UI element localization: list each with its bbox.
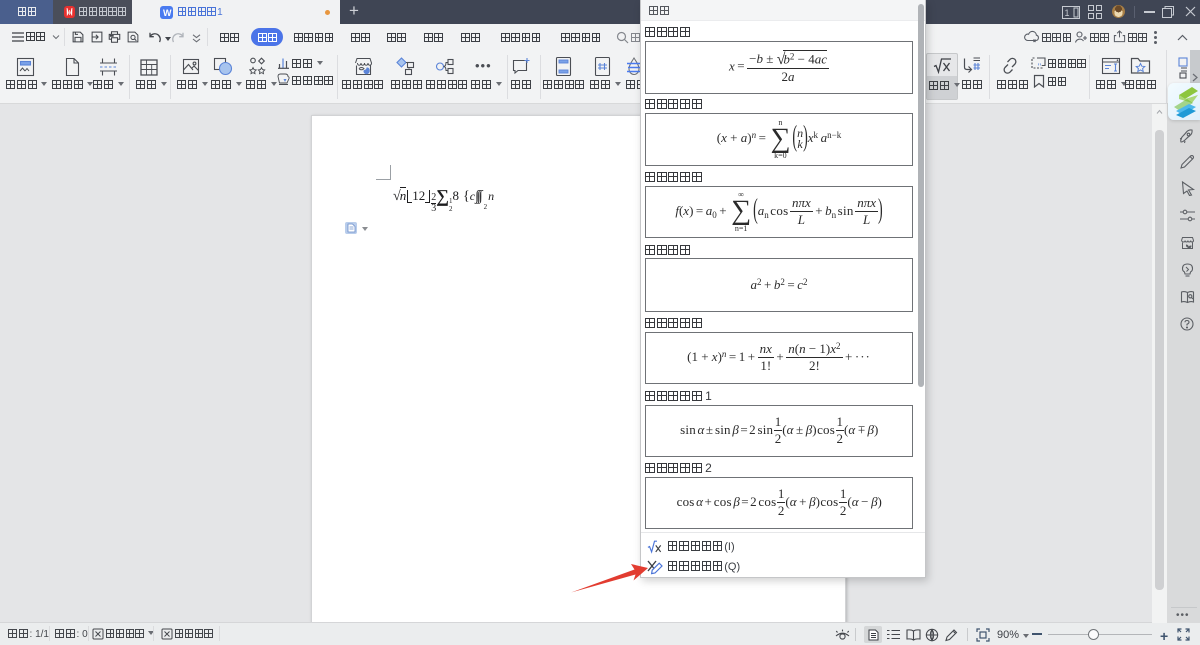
svg-text:,,: ,,	[1038, 61, 1042, 67]
svg-text:1: 1	[1064, 8, 1069, 18]
